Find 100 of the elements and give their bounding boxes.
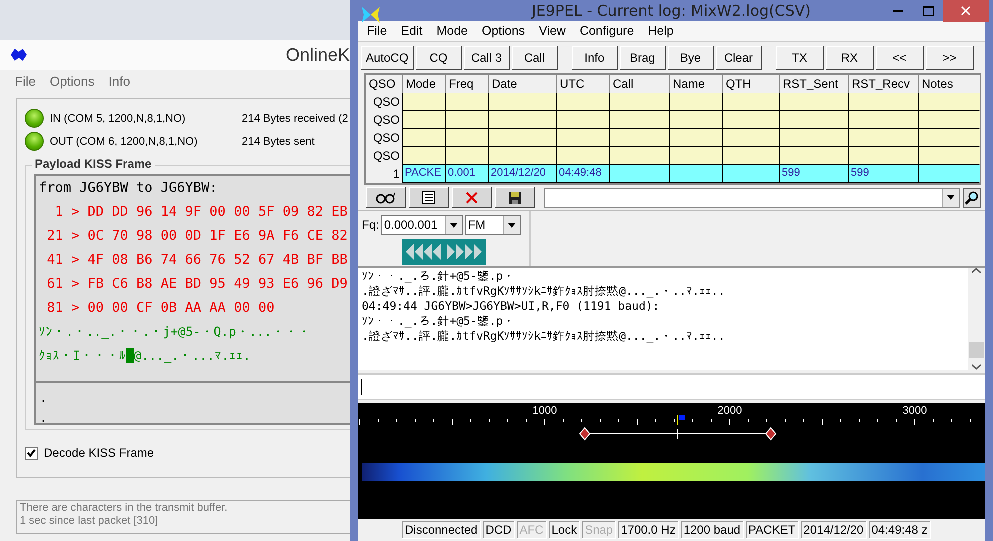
message-text: There are characters in the transmit buffer. xyxy=(20,502,229,515)
table-cell xyxy=(489,111,556,128)
table-cell xyxy=(610,93,669,110)
text-line: .證ざﾏｻ..評.朧.ｶtfvRgKｿｻｻｿｼkﾆｻ鈼ｸｮｽ肘捺黙@..._.・..ﾏ.ｪｪ.. xyxy=(362,329,726,344)
byte-count: 214 Bytes received (2 xyxy=(242,112,348,124)
menu-item[interactable]: File xyxy=(360,24,394,38)
status-cell: 04:49:48 z xyxy=(868,521,931,539)
glasses-icon xyxy=(376,192,396,204)
tuning-button[interactable] xyxy=(402,239,486,265)
table-cell: 599 xyxy=(849,165,918,182)
scale-label: 1000 xyxy=(532,405,558,417)
menu-item[interactable]: Configure xyxy=(572,24,642,38)
toolbar-button[interactable]: TX xyxy=(776,46,824,70)
menu-item[interactable]: View xyxy=(532,24,573,38)
row-header[interactable]: 1 xyxy=(366,165,402,183)
table-cell: 2014/12/20 xyxy=(489,165,556,182)
close-button[interactable] xyxy=(943,0,989,22)
column-header[interactable]: RST_Recv xyxy=(849,75,918,93)
transmit-input-field[interactable] xyxy=(358,373,985,400)
menu-item[interactable]: Options xyxy=(50,74,95,88)
table-cell xyxy=(849,129,918,146)
toolbar-button[interactable]: CQ xyxy=(416,46,462,70)
table-cell xyxy=(610,147,669,164)
group-title: Payload KISS Frame xyxy=(32,157,155,171)
column-header[interactable]: Notes xyxy=(919,75,980,93)
column-header[interactable]: Freq xyxy=(446,75,488,93)
dropdown-arrow-icon xyxy=(450,222,458,228)
column-header[interactable]: QTH xyxy=(723,75,779,93)
menu-item[interactable]: Mode xyxy=(430,24,475,38)
toolbar-button[interactable]: Info xyxy=(572,46,618,70)
column-header[interactable]: RST_Sent xyxy=(780,75,848,93)
toolbar-button[interactable]: Bye xyxy=(668,46,714,70)
save-button[interactable] xyxy=(495,187,535,208)
edit-button[interactable] xyxy=(409,187,449,208)
table-cell: 599 xyxy=(780,165,848,182)
table-cell xyxy=(780,111,848,128)
table-cell xyxy=(610,129,669,146)
arrows-icon xyxy=(406,243,482,261)
toolbar-button[interactable]: << xyxy=(876,46,924,70)
table-cell xyxy=(849,147,918,164)
column-header[interactable]: Name xyxy=(670,75,722,93)
table-cell xyxy=(446,129,488,146)
menu-item[interactable]: File xyxy=(15,74,36,88)
frequency-field[interactable]: 0.000.001 xyxy=(381,215,464,235)
status-cell: Lock xyxy=(548,521,580,539)
menu-item[interactable]: Help xyxy=(641,24,681,38)
table-cell xyxy=(780,129,848,146)
toolbar-button[interactable]: Clear xyxy=(716,46,762,70)
view-button[interactable] xyxy=(366,187,406,208)
toolbar-button[interactable]: Brag xyxy=(620,46,666,70)
table-cell xyxy=(723,111,779,128)
toolbar-button[interactable]: AutoCQ xyxy=(361,46,414,70)
port-label: OUT (COM 6, 1200,N,8,1,NO) xyxy=(50,136,199,148)
column-header[interactable]: QSO xyxy=(366,75,402,93)
mode-dropdown[interactable]: FM xyxy=(465,215,522,235)
dropdown-arrow-icon xyxy=(508,222,516,228)
table-cell xyxy=(849,111,918,128)
menu-item[interactable]: Edit xyxy=(394,24,430,38)
port-label: IN (COM 5, 1200,N,8,1,NO) xyxy=(50,112,187,124)
search-button[interactable] xyxy=(963,188,981,208)
table-cell xyxy=(670,165,722,182)
toolbar-button[interactable]: RX xyxy=(826,46,874,70)
table-cell xyxy=(723,129,779,146)
table-cell xyxy=(489,147,556,164)
scroll-up-icon xyxy=(972,268,981,274)
message-text: 1 sec since last packet [310] xyxy=(20,515,160,528)
row-header[interactable]: QSO xyxy=(366,147,402,165)
scrollbar-thumb[interactable] xyxy=(969,342,984,358)
checkbox-label: Decode KISS Frame xyxy=(44,446,154,460)
table-cell xyxy=(610,165,669,182)
row-header[interactable]: QSO xyxy=(366,129,402,147)
table-cell xyxy=(780,147,848,164)
table-cell xyxy=(670,111,722,128)
column-header[interactable]: Date xyxy=(489,75,556,93)
window-title: OnlineK xyxy=(286,44,350,66)
tuning-marker[interactable] xyxy=(579,427,777,441)
status-cell: PACKET xyxy=(746,521,799,539)
table-cell xyxy=(919,147,980,164)
text-line: .證ざﾏｻ..評.朧.ｶtfvRgKｿｻｻｿｼkﾆｻ鈼ｸｮｽ肘捺黙@..._.・..ﾏ.ｪｪ.. xyxy=(362,284,726,299)
menu-item[interactable]: Options xyxy=(474,24,532,38)
scrollbar[interactable] xyxy=(968,268,985,370)
menu-item[interactable]: Info xyxy=(108,74,130,88)
toolbar-button[interactable]: Call 3 xyxy=(464,46,510,70)
delete-button[interactable] xyxy=(452,187,492,208)
close-icon xyxy=(961,6,971,16)
table-cell: 04:49:48 xyxy=(557,165,609,182)
byte-count: 214 Bytes sent xyxy=(242,136,315,148)
toolbar-button[interactable]: Call xyxy=(512,46,558,70)
checkbox[interactable] xyxy=(25,446,38,460)
table-cell: PACKE xyxy=(403,165,445,182)
table-cell xyxy=(670,93,722,110)
toolbar-button[interactable]: >> xyxy=(926,46,974,70)
column-header[interactable]: Call xyxy=(610,75,669,93)
minimize-icon xyxy=(893,10,903,12)
column-header[interactable]: Mode xyxy=(403,75,445,93)
cross-icon xyxy=(465,190,479,204)
row-header[interactable]: QSO xyxy=(366,111,402,129)
row-header[interactable]: QSO xyxy=(366,93,402,111)
window-title: JE9PEL - Current log: MixW2.log(CSV) xyxy=(532,2,812,20)
column-header[interactable]: UTC xyxy=(557,75,609,93)
